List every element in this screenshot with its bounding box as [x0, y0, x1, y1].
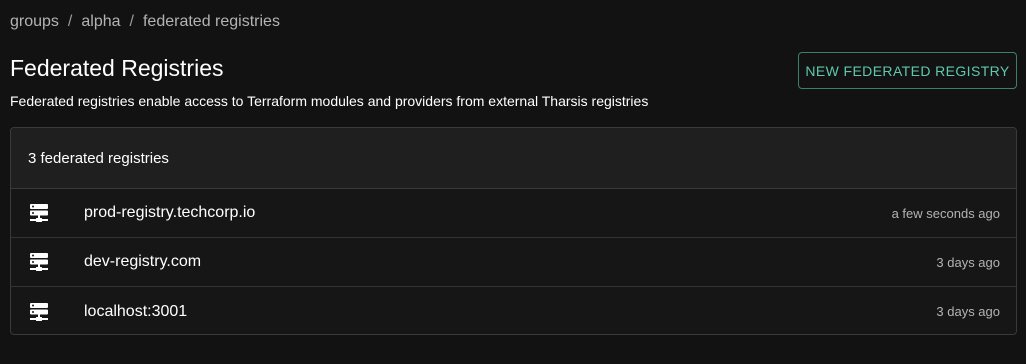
registry-name[interactable]: dev-registry.com — [84, 253, 936, 271]
breadcrumb-alpha[interactable]: alpha — [81, 13, 120, 31]
registries-count-label: 3 federated registries — [28, 149, 169, 167]
registry-name[interactable]: localhost:3001 — [84, 303, 936, 321]
registry-name[interactable]: prod-registry.techcorp.io — [84, 204, 892, 222]
list-item[interactable]: prod-registry.techcorp.io a few seconds … — [11, 189, 1016, 238]
breadcrumb: groups / alpha / federated registries — [10, 13, 280, 31]
page-title: Federated Registries — [10, 55, 224, 81]
page: groups / alpha / federated registries Fe… — [0, 0, 1026, 364]
new-federated-registry-button[interactable]: NEW FEDERATED REGISTRY — [798, 52, 1017, 89]
breadcrumb-current: federated registries — [142, 13, 280, 30]
list-item[interactable]: dev-registry.com 3 days ago — [11, 238, 1016, 287]
list-item[interactable]: localhost:3001 3 days ago — [11, 287, 1016, 334]
registry-updated-time: 3 days ago — [936, 254, 1000, 270]
breadcrumb-separator: / — [129, 13, 134, 30]
registries-count-header: 3 federated registries — [11, 128, 1016, 189]
server-icon — [29, 302, 49, 322]
page-description: Federated registries enable access to Te… — [10, 93, 649, 109]
server-icon — [29, 252, 49, 272]
registry-updated-time: a few seconds ago — [891, 205, 1000, 221]
registries-list-card: 3 federated registries prod-registry.tec… — [10, 127, 1017, 335]
breadcrumb-separator: / — [67, 13, 73, 30]
server-icon — [29, 203, 49, 223]
registry-updated-time: 3 days ago — [936, 304, 1000, 319]
breadcrumb-groups[interactable]: groups — [10, 13, 59, 31]
